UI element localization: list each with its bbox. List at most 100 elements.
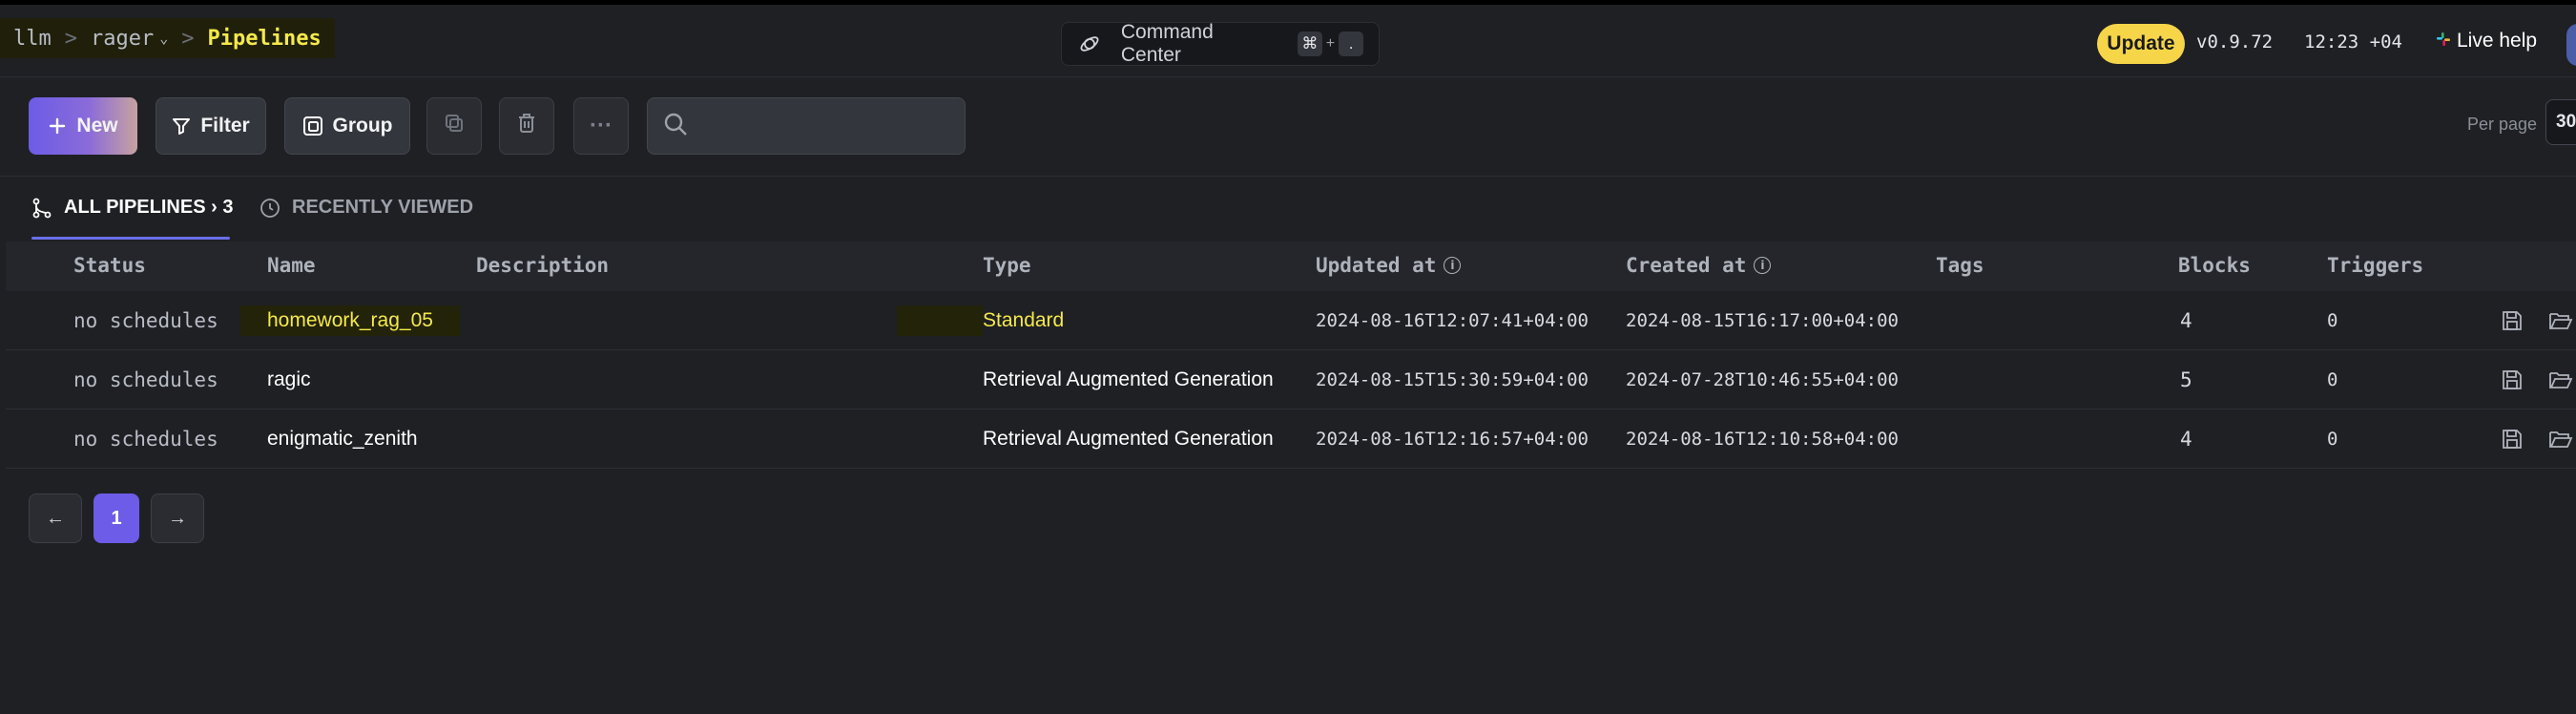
table-header: Status Name Description Type Updated at … <box>6 242 2576 291</box>
row-updated: 2024-08-15T15:30:59+04:00 <box>1316 368 1589 390</box>
row-blocks: 5 <box>2180 368 2192 391</box>
new-label: New <box>76 115 118 136</box>
prev-page-button[interactable]: ← <box>29 494 82 543</box>
row-created: 2024-07-28T10:46:55+04:00 <box>1626 368 1899 390</box>
filter-button[interactable]: Filter <box>156 97 266 155</box>
active-tab-indicator <box>31 237 230 240</box>
tab-recently-viewed[interactable]: RECENTLY VIEWED <box>260 197 473 219</box>
breadcrumb-current[interactable]: Pipelines <box>208 27 322 51</box>
column-blocks[interactable]: Blocks <box>2178 254 2251 277</box>
row-type: Retrieval Augmented Generation <box>983 427 1274 450</box>
arrow-left-icon: ← <box>46 507 65 529</box>
column-type[interactable]: Type <box>983 254 1031 277</box>
save-icon[interactable] <box>2501 368 2524 391</box>
row-status: no schedules <box>73 368 218 391</box>
row-type-cell: Standard <box>897 291 1064 349</box>
live-help-label: Live help <box>2457 30 2538 52</box>
save-icon[interactable] <box>2501 428 2524 451</box>
row-blocks: 4 <box>2180 427 2192 451</box>
breadcrumb-root[interactable]: llm <box>13 27 52 51</box>
satellite-icon <box>1077 32 1102 56</box>
tab-all-pipelines[interactable]: ALL PIPELINES › 3 <box>31 197 233 219</box>
command-center-label: Command Center <box>1120 21 1214 66</box>
page-button-current[interactable]: 1 <box>93 494 139 543</box>
breadcrumb: llm > rager ⌄ > Pipelines <box>0 18 335 58</box>
column-updated-label: Updated at <box>1316 254 1437 277</box>
breadcrumb-project[interactable]: rager <box>91 27 154 51</box>
trash-icon <box>517 113 536 139</box>
more-actions-button[interactable]: ··· <box>573 97 629 155</box>
row-type: Standard <box>983 308 1065 331</box>
column-tags[interactable]: Tags <box>1936 254 1984 277</box>
column-created[interactable]: Created at i <box>1626 254 1772 277</box>
copy-icon <box>444 113 465 139</box>
breadcrumb-separator: > <box>64 26 77 51</box>
per-page-label: Per page <box>2467 115 2538 134</box>
row-name[interactable]: enigmatic_zenith <box>267 410 418 468</box>
column-status[interactable]: Status <box>73 254 146 277</box>
info-icon[interactable]: i <box>1754 257 1772 274</box>
arrow-right-icon: → <box>168 507 187 529</box>
live-help-button[interactable]: Live help <box>2436 30 2537 52</box>
version-label: v0.9.72 <box>2196 32 2274 52</box>
folder-icon[interactable] <box>2548 309 2573 332</box>
row-blocks: 4 <box>2180 308 2192 332</box>
row-updated: 2024-08-16T12:07:41+04:00 <box>1316 309 1589 331</box>
shortcut-key-period: . <box>1339 32 1364 56</box>
filter-label: Filter <box>200 115 250 136</box>
table-row[interactable]: no schedules enigmatic_zenith Retrieval … <box>6 410 2576 469</box>
clock-icon <box>260 198 280 219</box>
shortcut-key-cmd: ⌘ <box>1297 32 1322 56</box>
group-label: Group <box>332 115 393 136</box>
tab-all-label: ALL PIPELINES › 3 <box>64 197 234 218</box>
breadcrumb-separator: > <box>181 26 195 51</box>
clock: 12:23 +04 <box>2304 32 2402 52</box>
row-type: Retrieval Augmented Generation <box>983 368 1274 390</box>
row-name[interactable]: ragic <box>267 350 311 409</box>
plus-icon <box>48 116 67 136</box>
toolbar: New Filter Group ··· <box>0 78 2576 177</box>
command-center-button[interactable]: Command Center ⌘ + . <box>1061 21 1380 66</box>
search-icon <box>663 112 688 141</box>
per-page-select[interactable]: 30 <box>2545 99 2576 145</box>
group-icon <box>302 116 323 136</box>
filter-icon <box>172 116 191 136</box>
row-actions <box>2501 350 2573 409</box>
group-button[interactable]: Group <box>284 97 410 155</box>
slack-icon <box>2436 30 2451 52</box>
row-status: no schedules <box>73 427 218 451</box>
row-created: 2024-08-15T16:17:00+04:00 <box>1626 309 1899 331</box>
column-description[interactable]: Description <box>476 254 609 277</box>
save-icon[interactable] <box>2501 309 2524 332</box>
column-created-label: Created at <box>1626 254 1747 277</box>
table-row[interactable]: no schedules ragic Retrieval Augmented G… <box>6 350 2576 410</box>
pipeline-tree-icon <box>31 198 52 219</box>
new-pipeline-button[interactable]: New <box>29 97 137 155</box>
copy-button[interactable] <box>426 97 482 155</box>
row-triggers: 0 <box>2327 309 2338 331</box>
shortcut-plus: + <box>1325 35 1336 52</box>
top-bar: llm > rager ⌄ > Pipelines Command Center… <box>0 0 2576 77</box>
column-triggers[interactable]: Triggers <box>2327 254 2423 277</box>
row-name-cell: homework_rag_05 <box>240 291 460 349</box>
update-button[interactable]: Update <box>2097 24 2185 64</box>
info-icon[interactable]: i <box>1444 257 1462 274</box>
column-updated[interactable]: Updated at i <box>1316 254 1462 277</box>
delete-button[interactable] <box>499 97 554 155</box>
search-input[interactable] <box>699 114 961 138</box>
table-row[interactable]: no schedules homework_rag_05 Standard 20… <box>6 291 2576 350</box>
avatar[interactable] <box>2566 24 2576 66</box>
column-name[interactable]: Name <box>267 254 316 277</box>
row-created: 2024-08-16T12:10:58+04:00 <box>1626 428 1899 450</box>
search-field[interactable] <box>647 97 966 155</box>
row-name[interactable]: homework_rag_05 <box>240 304 460 336</box>
chevron-down-icon[interactable]: ⌄ <box>159 30 168 47</box>
highlight-mark <box>897 304 983 336</box>
tab-bar: ALL PIPELINES › 3 RECENTLY VIEWED <box>0 177 2576 242</box>
row-updated: 2024-08-16T12:16:57+04:00 <box>1316 428 1589 450</box>
folder-icon[interactable] <box>2548 368 2573 391</box>
next-page-button[interactable]: → <box>151 494 204 543</box>
row-actions <box>2501 291 2573 349</box>
folder-icon[interactable] <box>2548 428 2573 451</box>
row-triggers: 0 <box>2327 368 2338 390</box>
